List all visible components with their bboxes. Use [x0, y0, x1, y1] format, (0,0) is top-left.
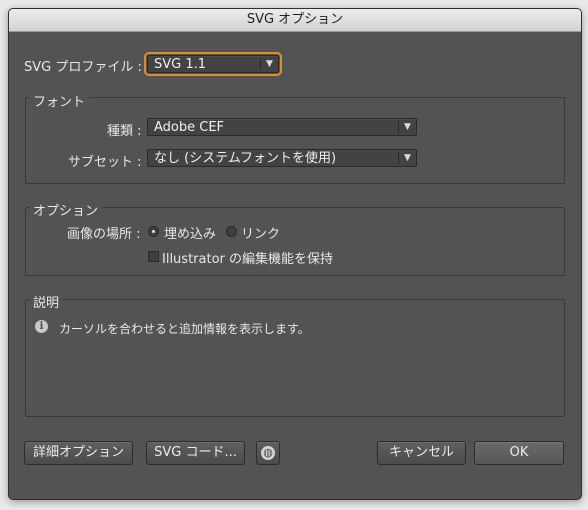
embed-label[interactable]: 埋め込み: [164, 223, 216, 242]
subset-value: なし (システムフォントを使用): [154, 151, 337, 166]
svg-code-button[interactable]: SVG コード...: [146, 441, 245, 465]
dialog-title: SVG オプション: [9, 9, 581, 32]
cancel-button[interactable]: キャンセル: [377, 441, 466, 465]
svg-profile-value: SVG 1.1: [154, 57, 207, 72]
font-group-title: フォント: [29, 91, 90, 110]
web-preview-button[interactable]: ◍: [256, 441, 280, 465]
preserve-illustrator-checkbox[interactable]: [148, 251, 159, 262]
font-type-value: Adobe CEF: [154, 120, 225, 135]
options-group-title: オプション: [29, 200, 103, 219]
chevron-down-icon: ▼: [404, 122, 411, 132]
link-label[interactable]: リンク: [241, 223, 280, 242]
preserve-illustrator-label[interactable]: Illustrator の編集機能を保持: [162, 248, 333, 267]
font-type-select[interactable]: Adobe CEF ▼: [147, 118, 417, 136]
description-text: カーソルを合わせると追加情報を表示します。: [59, 322, 310, 336]
ok-button[interactable]: OK: [474, 441, 564, 465]
info-icon: i: [35, 320, 48, 333]
embed-radio[interactable]: [148, 226, 159, 237]
globe-icon: ◍: [261, 446, 275, 460]
advanced-options-button[interactable]: 詳細オプション: [24, 441, 133, 465]
image-location-label: 画像の場所 :: [67, 227, 141, 242]
chevron-down-icon: ▼: [266, 59, 273, 69]
subset-label: サブセット :: [68, 155, 142, 170]
chevron-down-icon: ▼: [404, 153, 411, 163]
description-group: [25, 299, 565, 417]
font-type-label: 種類 :: [107, 124, 142, 139]
subset-select[interactable]: なし (システムフォントを使用) ▼: [147, 149, 417, 167]
font-group: [25, 97, 565, 184]
svg-options-dialog: SVG オプション SVG プロファイル : SVG 1.1 ▼ フォント 種類…: [8, 8, 582, 500]
svg-profile-label: SVG プロファイル :: [24, 60, 142, 75]
description-group-title: 説明: [29, 292, 64, 311]
svg-profile-select[interactable]: SVG 1.1 ▼: [144, 52, 282, 76]
link-radio[interactable]: [226, 226, 237, 237]
